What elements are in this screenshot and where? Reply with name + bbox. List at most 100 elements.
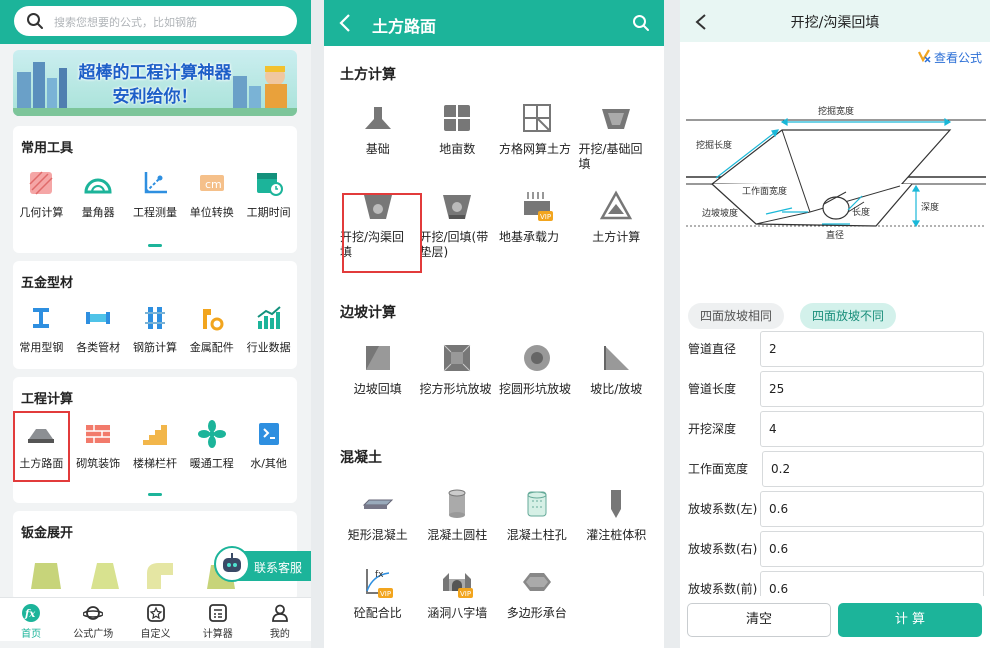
item-foundation-backfill[interactable]: 开挖/基础回填 bbox=[577, 100, 657, 188]
field-dig-depth: 开挖深度 4 bbox=[688, 411, 984, 447]
segment-same-slope[interactable]: 四面放坡相同 bbox=[688, 303, 785, 329]
item-backfill-cushion[interactable]: 开挖/回填(带垫层) bbox=[418, 188, 498, 276]
pile-icon bbox=[598, 486, 634, 522]
pipe-diameter-input[interactable]: 2 bbox=[760, 331, 984, 367]
square-pit-icon bbox=[439, 340, 475, 376]
item-land-area[interactable]: 地亩数 bbox=[418, 100, 498, 188]
tool-hvac[interactable]: 暖通工程 bbox=[184, 417, 240, 471]
item-slope-backfill[interactable]: 边坡回填 bbox=[338, 340, 418, 428]
tool-rebar[interactable]: 钢筋计算 bbox=[127, 301, 183, 355]
robot-icon bbox=[214, 546, 250, 582]
slope-right-input[interactable]: 0.6 bbox=[760, 531, 984, 567]
culvert-vip-icon: VIP bbox=[439, 564, 475, 600]
polygon-cap-icon bbox=[519, 564, 555, 600]
label-slope: 边坡坡度 bbox=[702, 207, 738, 219]
tool-masonry[interactable]: 砌筑装饰 bbox=[70, 417, 126, 471]
tab-home[interactable]: fx 首页 bbox=[0, 598, 62, 641]
item-earthwork-calc[interactable]: 土方计算 bbox=[577, 188, 657, 276]
tab-label: 我的 bbox=[269, 629, 290, 640]
item-column-hole[interactable]: 混凝土柱孔 bbox=[497, 486, 577, 564]
customer-service-button[interactable]: 联系客服 bbox=[214, 546, 311, 582]
protractor-icon bbox=[81, 166, 115, 200]
segment-different-slope[interactable]: 四面放坡不同 bbox=[800, 303, 897, 329]
customer-service-label: 联系客服 bbox=[254, 561, 303, 575]
item-culvert-wall[interactable]: VIP 涵洞八字墙 bbox=[418, 564, 498, 642]
concrete-grid: 矩形混凝土 混凝土圆柱 混凝土柱孔 灌注桩体积 fx VIP 砼配合比 VIP 涵… bbox=[338, 486, 656, 642]
tab-calculator[interactable]: 计算器 bbox=[187, 598, 249, 641]
tool-water-other[interactable]: 水/其他 bbox=[241, 417, 297, 471]
field-label: 放坡系数(左) bbox=[688, 502, 758, 516]
tab-formula-square[interactable]: 公式广场 bbox=[62, 598, 124, 641]
field-label: 工作面宽度 bbox=[688, 462, 749, 476]
tool-steel[interactable]: 常用型钢 bbox=[13, 301, 69, 355]
slope-left-input[interactable]: 0.6 bbox=[760, 491, 984, 527]
tool-label: 水/其他 bbox=[250, 457, 287, 470]
item-rect-concrete[interactable]: 矩形混凝土 bbox=[338, 486, 418, 564]
brick-icon bbox=[81, 417, 115, 451]
search-icon[interactable] bbox=[632, 14, 650, 36]
item-label: 地亩数 bbox=[439, 142, 476, 156]
item-label: 方格网算土方 bbox=[499, 142, 572, 156]
section-title: 工程计算 bbox=[21, 392, 74, 407]
item-mix-ratio[interactable]: fx VIP 砼配合比 bbox=[338, 564, 418, 642]
field-work-width: 工作面宽度 0.2 bbox=[688, 451, 984, 487]
clear-button[interactable]: 清空 bbox=[687, 603, 831, 637]
ruler-cm-icon: cm bbox=[195, 166, 229, 200]
item-bearing-capacity[interactable]: VIP 地基承载力 bbox=[497, 188, 577, 276]
tool-protractor[interactable]: 量角器 bbox=[70, 166, 126, 220]
view-formula-link[interactable]: 查看公式 bbox=[917, 49, 982, 66]
tab-custom[interactable]: 自定义 bbox=[124, 598, 186, 641]
pit-icon bbox=[598, 100, 634, 136]
fan-icon bbox=[195, 417, 229, 451]
tool-geometry[interactable]: 几何计算 bbox=[13, 166, 69, 220]
item-label: 涵洞八字墙 bbox=[427, 606, 488, 620]
fx-home-icon: fx bbox=[0, 604, 62, 622]
promo-banner[interactable]: 超棒的工程计算神器 安利给你！ bbox=[13, 50, 297, 116]
grid-plot-icon bbox=[439, 100, 475, 136]
bar-chart-icon bbox=[252, 301, 286, 335]
item-grid-earth[interactable]: 方格网算土方 bbox=[497, 100, 577, 188]
tool-stairs[interactable]: 楼梯栏杆 bbox=[127, 417, 183, 471]
field-label: 放坡系数(右) bbox=[688, 542, 758, 556]
search-bar[interactable]: 搜索您想要的公式，比如钢筋 bbox=[14, 6, 297, 36]
tool-schedule[interactable]: 工期时间 bbox=[241, 166, 297, 220]
tool-unit-convert[interactable]: cm 单位转换 bbox=[184, 166, 240, 220]
rebar-icon bbox=[138, 301, 172, 335]
label-pipe-length: 长度 bbox=[852, 206, 870, 218]
item-label: 砼配合比 bbox=[353, 606, 402, 620]
item-cylinder[interactable]: 混凝土圆柱 bbox=[418, 486, 498, 564]
item-foundation[interactable]: 基础 bbox=[338, 100, 418, 188]
tool-label: 暖通工程 bbox=[189, 457, 234, 470]
item-slope-ratio[interactable]: 坡比/放坡 bbox=[577, 340, 657, 428]
item-round-pit[interactable]: 挖圆形坑放坡 bbox=[497, 340, 577, 428]
item-square-pit[interactable]: 挖方形坑放坡 bbox=[418, 340, 498, 428]
tool-industry-data[interactable]: 行业数据 bbox=[241, 301, 297, 355]
dig-depth-input[interactable]: 4 bbox=[760, 411, 984, 447]
label-work-width: 工作面宽度 bbox=[742, 185, 787, 197]
page-indicator bbox=[148, 493, 162, 496]
trench-backfill-screen: 开挖/沟渠回填 查看公式 挖掘宽度 挖掘长度 工作面宽度 边坡坡度 长度 深度 … bbox=[680, 0, 990, 648]
tool-label: 单位转换 bbox=[189, 206, 234, 219]
item-polygon-cap[interactable]: 多边形承台 bbox=[497, 564, 577, 642]
pipe-length-input[interactable]: 25 bbox=[760, 371, 984, 407]
item-pile-volume[interactable]: 灌注桩体积 bbox=[577, 486, 657, 564]
tool-survey[interactable]: 工程测量 bbox=[127, 166, 183, 220]
trench-header: 开挖/沟渠回填 bbox=[680, 0, 990, 42]
item-label: 基础 bbox=[365, 142, 390, 156]
calculate-button[interactable]: 计 算 bbox=[838, 603, 982, 637]
field-slope-left: 放坡系数(左) 0.6 bbox=[688, 491, 984, 527]
tool-fittings[interactable]: 金属配件 bbox=[184, 301, 240, 355]
mix-ratio-vip-icon: fx VIP bbox=[360, 564, 396, 600]
section-title-earthwork: 土方计算 bbox=[340, 67, 396, 83]
stairs-icon bbox=[138, 417, 172, 451]
section-title: 钣金展开 bbox=[21, 526, 74, 541]
common-tools-card: 常用工具 几何计算 量角器 工程测量 cm 单位转换 工期时间 bbox=[13, 126, 297, 253]
svg-text:VIP: VIP bbox=[380, 590, 391, 598]
work-width-input[interactable]: 0.2 bbox=[762, 451, 984, 487]
calculator-icon bbox=[187, 604, 249, 622]
tool-pipes[interactable]: 各类管材 bbox=[70, 301, 126, 355]
field-pipe-length: 管道长度 25 bbox=[688, 371, 984, 407]
back-chevron-icon[interactable] bbox=[338, 12, 352, 38]
home-screen: 搜索您想要的公式，比如钢筋 超棒的工程计算神器 安利给你！ 常用工具 几何计算 bbox=[0, 0, 311, 648]
tab-profile[interactable]: 我的 bbox=[249, 598, 311, 641]
